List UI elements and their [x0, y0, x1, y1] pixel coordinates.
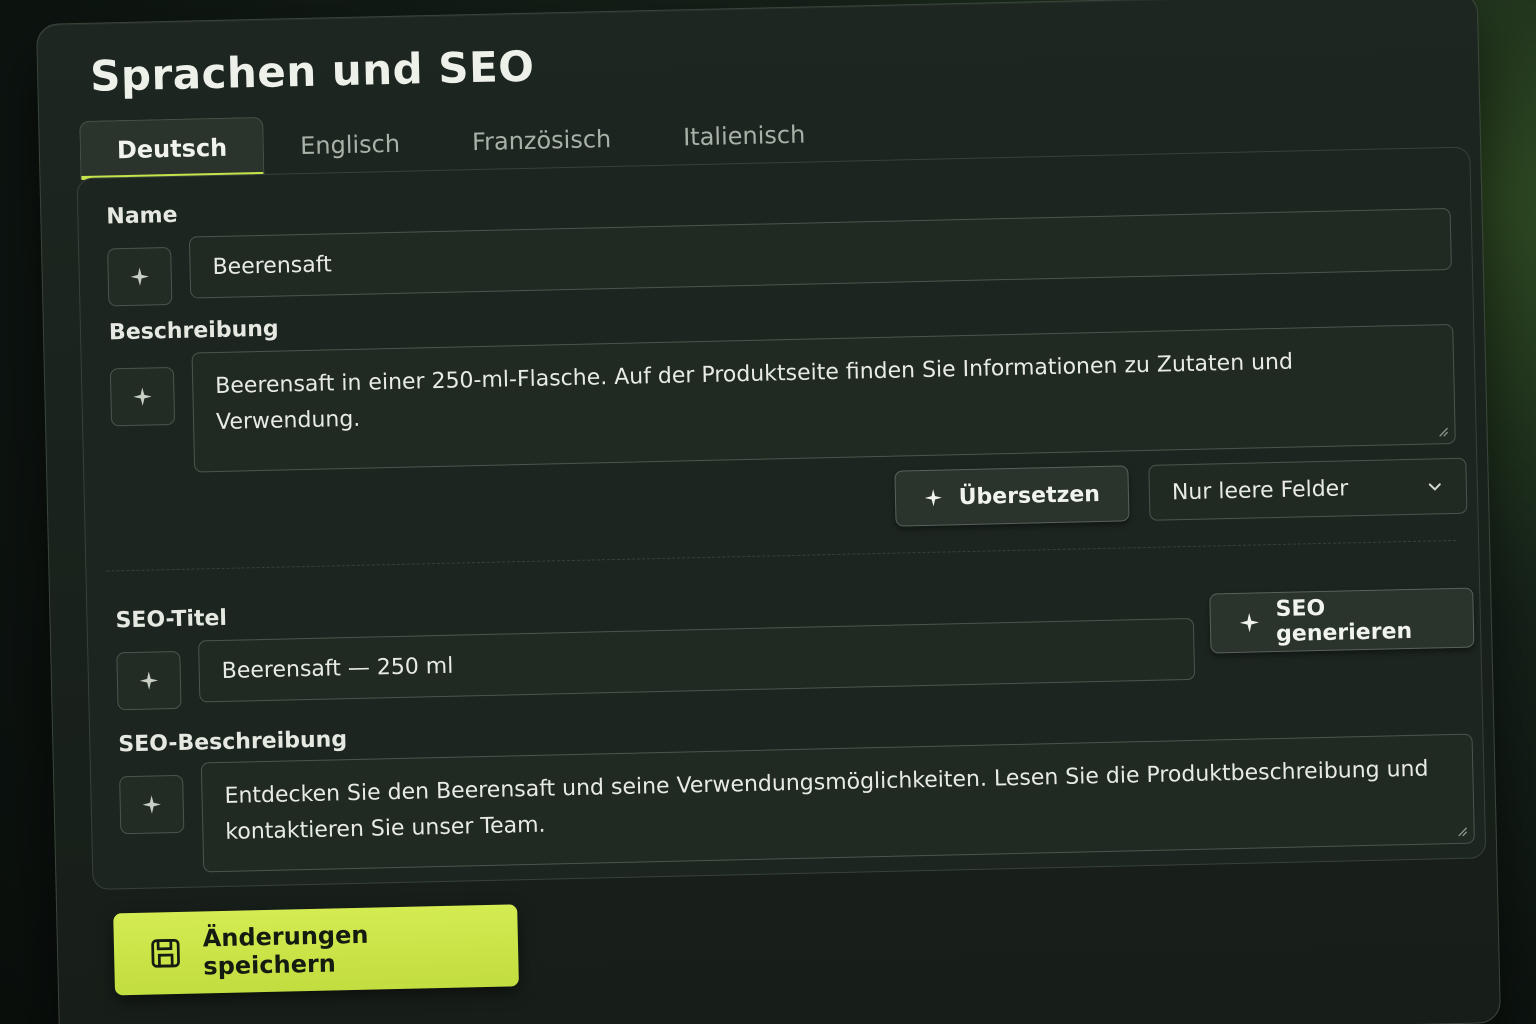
- floppy-disk-icon: [151, 938, 180, 968]
- tab-panel: Name Beerensaft Beschreibung Beerensaft …: [76, 146, 1487, 890]
- description-textarea[interactable]: Beerensaft in einer 250-ml-Flasche. Auf …: [191, 323, 1456, 473]
- resize-grip-icon[interactable]: [1436, 425, 1449, 437]
- languages-seo-card: Sprachen und SEO Deutsch Englisch Franzö…: [36, 0, 1502, 1024]
- seo-description-textarea[interactable]: Entdecken Sie den Beerensaft und seine V…: [200, 733, 1475, 873]
- resize-grip-icon[interactable]: [1456, 825, 1468, 837]
- description-text: Beerensaft in einer 250-ml-Flasche. Auf …: [214, 349, 1294, 436]
- section-divider: [106, 539, 1457, 572]
- translate-mode-select[interactable]: Nur leere Felder: [1148, 457, 1468, 521]
- tab-englisch[interactable]: Englisch: [264, 114, 437, 176]
- name-input[interactable]: Beerensaft: [188, 207, 1452, 299]
- seo-description-text: Entdecken Sie den Beerensaft und seine V…: [224, 756, 1429, 845]
- seo-title-ai-button[interactable]: [116, 650, 182, 711]
- sparkle-icon: [139, 671, 159, 690]
- translate-mode-value: Nur leere Felder: [1171, 475, 1349, 505]
- description-ai-button[interactable]: [109, 366, 176, 427]
- seo-generate-label: SEO generieren: [1275, 595, 1413, 648]
- sparkle-icon: [133, 387, 152, 406]
- translate-button[interactable]: Übersetzen: [894, 465, 1130, 527]
- sparkle-icon: [1239, 613, 1260, 633]
- save-label: Änderungen speichern: [202, 920, 369, 981]
- seo-description-label: SEO-Beschreibung: [118, 727, 348, 758]
- tab-italienisch[interactable]: Italienisch: [647, 105, 842, 167]
- page-title: Sprachen und SEO: [89, 41, 535, 101]
- name-ai-button[interactable]: [107, 246, 173, 307]
- seo-title-label: SEO-Titel: [115, 605, 228, 634]
- name-label: Name: [106, 202, 178, 230]
- sparkle-icon: [130, 267, 149, 286]
- sparkle-icon: [142, 795, 161, 814]
- stage: Sprachen und SEO Deutsch Englisch Franzö…: [0, 0, 1536, 1024]
- seo-description-ai-button[interactable]: [119, 774, 185, 835]
- tab-franzoesisch[interactable]: Französisch: [435, 109, 647, 172]
- translate-label: Übersetzen: [958, 481, 1101, 510]
- description-label: Beschreibung: [108, 316, 279, 346]
- tab-deutsch[interactable]: Deutsch: [79, 116, 265, 181]
- seo-title-input[interactable]: Beerensaft — 250 ml: [198, 617, 1196, 703]
- save-changes-button[interactable]: Änderungen speichern: [113, 904, 519, 996]
- chevron-down-icon: [1428, 483, 1441, 491]
- seo-generate-button[interactable]: SEO generieren: [1209, 587, 1475, 654]
- sparkle-icon: [924, 489, 942, 507]
